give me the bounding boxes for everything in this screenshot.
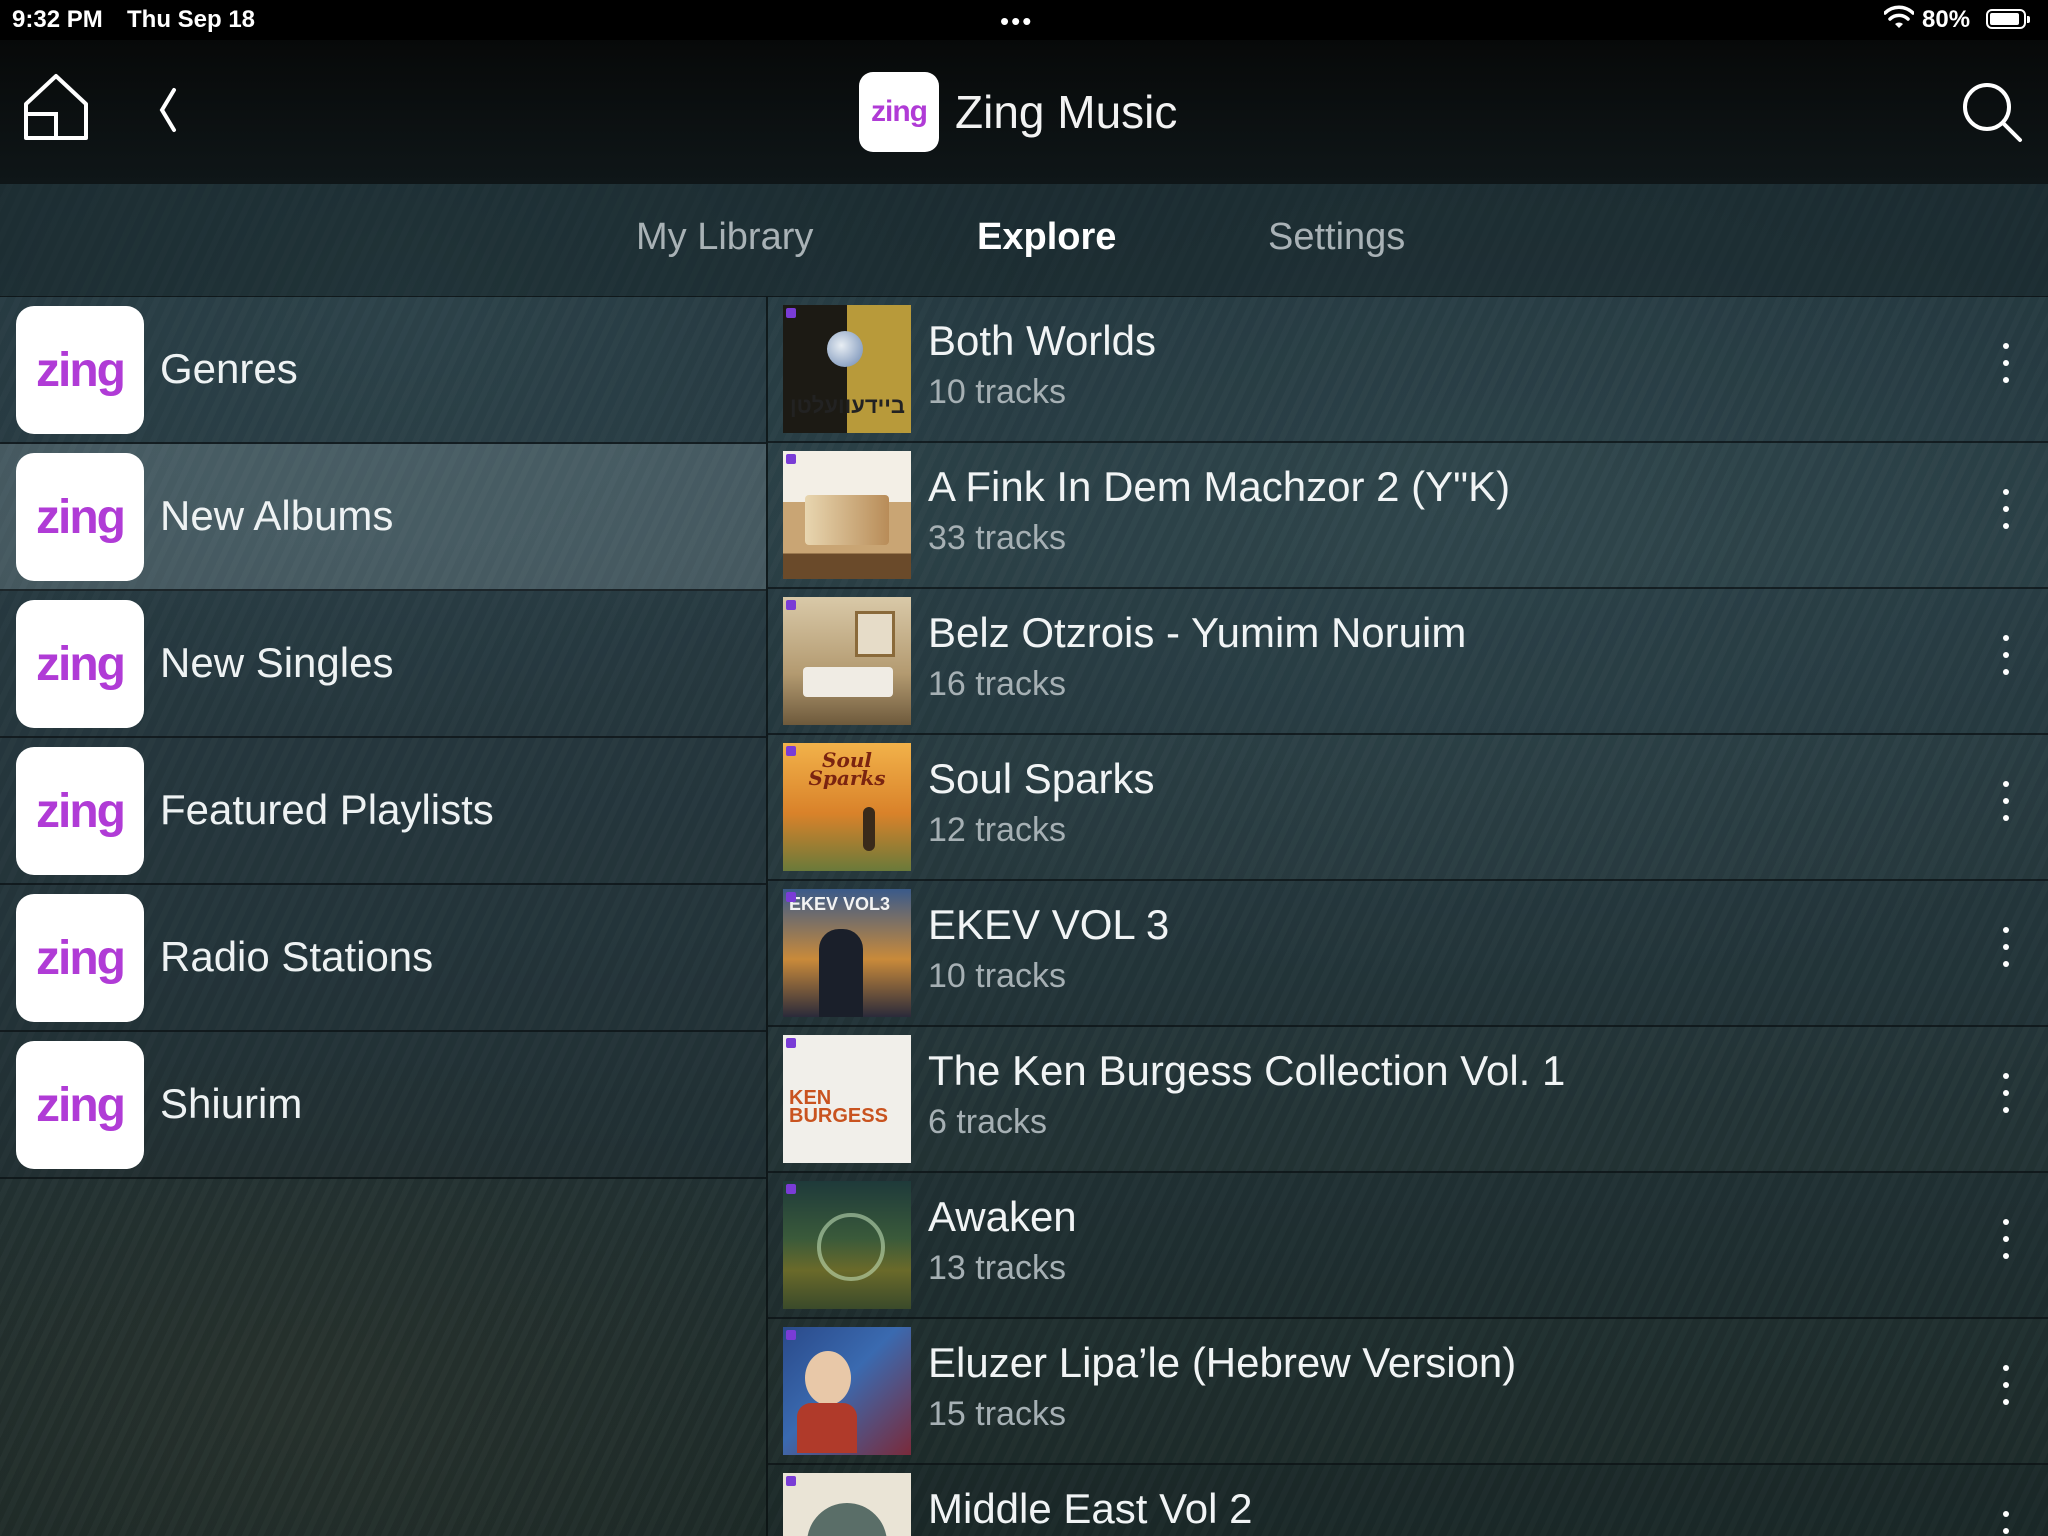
battery-icon bbox=[1986, 9, 2030, 29]
album-cover bbox=[783, 1327, 911, 1455]
album-title: Belz Otzrois - Yumim Noruim bbox=[928, 609, 1467, 656]
album-row[interactable]: Belz Otzrois - Yumim Noruim 16 tracks bbox=[768, 589, 2048, 735]
zing-logo: zing bbox=[16, 306, 144, 434]
more-options-icon[interactable] bbox=[2000, 1511, 2012, 1536]
album-row[interactable]: Soul Sparks Soul Sparks 12 tracks bbox=[768, 735, 2048, 881]
category-radio-stations[interactable]: zing Radio Stations bbox=[0, 885, 766, 1032]
album-title: Both Worlds bbox=[928, 317, 1156, 364]
home-icon bbox=[24, 74, 88, 140]
search-icon bbox=[1963, 83, 2022, 142]
album-cover bbox=[783, 1181, 911, 1309]
album-row[interactable]: ביידעוועלטן Both Worlds 10 tracks bbox=[768, 297, 2048, 443]
album-title: Eluzer Lipa’le (Hebrew Version) bbox=[928, 1339, 1517, 1386]
more-options-icon[interactable] bbox=[2000, 781, 2012, 833]
album-cover: EKEV VOL3 bbox=[783, 889, 911, 1017]
album-cover bbox=[783, 451, 911, 579]
zing-logo: zing bbox=[16, 894, 144, 1022]
album-cover: Soul Sparks bbox=[783, 743, 911, 871]
album-track-count: 10 tracks bbox=[928, 373, 1066, 411]
category-list: zing Genres zing New Albums zing New Sin… bbox=[0, 297, 766, 1179]
category-genres[interactable]: zing Genres bbox=[0, 297, 766, 444]
album-row[interactable]: Awaken 13 tracks bbox=[768, 1173, 2048, 1319]
album-row[interactable]: A Fink In Dem Machzor 2 (Y"K) 33 tracks bbox=[768, 443, 2048, 589]
app-title: Zing Music bbox=[955, 86, 1178, 138]
more-options-icon[interactable] bbox=[2000, 927, 2012, 979]
category-new-singles[interactable]: zing New Singles bbox=[0, 591, 766, 738]
album-track-count: 13 tracks bbox=[928, 1249, 1066, 1287]
more-options-icon[interactable] bbox=[2000, 343, 2012, 395]
album-cover bbox=[783, 597, 911, 725]
category-featured-playlists[interactable]: zing Featured Playlists bbox=[0, 738, 766, 885]
album-track-count: 10 tracks bbox=[928, 957, 1066, 995]
battery-percent: 80% bbox=[1922, 6, 1971, 33]
album-track-count: 12 tracks bbox=[928, 811, 1066, 849]
category-label: Genres bbox=[160, 345, 298, 392]
home-button[interactable] bbox=[20, 70, 92, 142]
tab-bar: My Library Explore Settings bbox=[0, 184, 2048, 297]
album-cover: ביידעוועלטן bbox=[783, 305, 911, 433]
category-label: New Albums bbox=[160, 492, 394, 539]
status-date: Thu Sep 18 bbox=[127, 6, 256, 33]
wifi-icon bbox=[1883, 5, 1915, 38]
more-options-icon[interactable] bbox=[2000, 635, 2012, 687]
album-track-count: 6 tracks bbox=[928, 1103, 1048, 1141]
album-row[interactable]: KEN BURGESS The Ken Burgess Collection V… bbox=[768, 1027, 2048, 1173]
tab-my-library[interactable]: My Library bbox=[636, 216, 813, 259]
album-title: A Fink In Dem Machzor 2 (Y"K) bbox=[928, 463, 1511, 510]
zing-logo: zing bbox=[16, 1041, 144, 1169]
category-label: New Singles bbox=[160, 639, 394, 686]
category-label: Featured Playlists bbox=[160, 786, 494, 833]
album-track-count: 16 tracks bbox=[928, 665, 1066, 703]
zing-logo: zing bbox=[16, 747, 144, 875]
album-title: Middle East Vol 2 bbox=[928, 1485, 1253, 1532]
top-bar: zing Zing Music bbox=[0, 40, 2048, 184]
album-title: Awaken bbox=[928, 1193, 1077, 1240]
multitasking-dots[interactable]: ••• bbox=[1000, 6, 1033, 37]
album-title: The Ken Burgess Collection Vol. 1 bbox=[928, 1047, 1566, 1094]
category-label: Radio Stations bbox=[160, 933, 434, 980]
tab-settings[interactable]: Settings bbox=[1268, 216, 1405, 259]
album-title: Soul Sparks bbox=[928, 755, 1155, 802]
zing-logo: zing bbox=[16, 453, 144, 581]
album-row[interactable]: Eluzer Lipa’le (Hebrew Version) 15 track… bbox=[768, 1319, 2048, 1465]
app-brand: zing Zing Music bbox=[859, 72, 1177, 152]
zing-logo: zing bbox=[859, 72, 939, 152]
more-options-icon[interactable] bbox=[2000, 1365, 2012, 1417]
status-bar: 9:32 PM Thu Sep 18 ••• 80% bbox=[0, 0, 2048, 40]
category-new-albums[interactable]: zing New Albums bbox=[0, 444, 766, 591]
back-button[interactable] bbox=[150, 80, 190, 140]
album-list[interactable]: ביידעוועלטן Both Worlds 10 tracks A Fink… bbox=[768, 297, 2048, 1536]
album-row[interactable]: Middle East Vol 2 bbox=[768, 1465, 2048, 1536]
more-options-icon[interactable] bbox=[2000, 1219, 2012, 1271]
category-label: Shiurim bbox=[160, 1080, 303, 1127]
album-cover: KEN BURGESS bbox=[783, 1035, 911, 1163]
album-title: EKEV VOL 3 bbox=[928, 901, 1170, 948]
more-options-icon[interactable] bbox=[2000, 1073, 2012, 1125]
chevron-left-icon bbox=[159, 88, 176, 132]
album-track-count: 15 tracks bbox=[928, 1395, 1066, 1433]
more-options-icon[interactable] bbox=[2000, 489, 2012, 541]
category-shiurim[interactable]: zing Shiurim bbox=[0, 1032, 766, 1179]
tab-explore[interactable]: Explore bbox=[977, 216, 1116, 259]
album-row[interactable]: EKEV VOL3 EKEV VOL 3 10 tracks bbox=[768, 881, 2048, 1027]
zing-logo: zing bbox=[16, 600, 144, 728]
search-button[interactable] bbox=[1960, 80, 2024, 144]
album-track-count: 33 tracks bbox=[928, 519, 1066, 557]
album-cover bbox=[783, 1473, 911, 1536]
status-time: 9:32 PM bbox=[12, 6, 103, 33]
